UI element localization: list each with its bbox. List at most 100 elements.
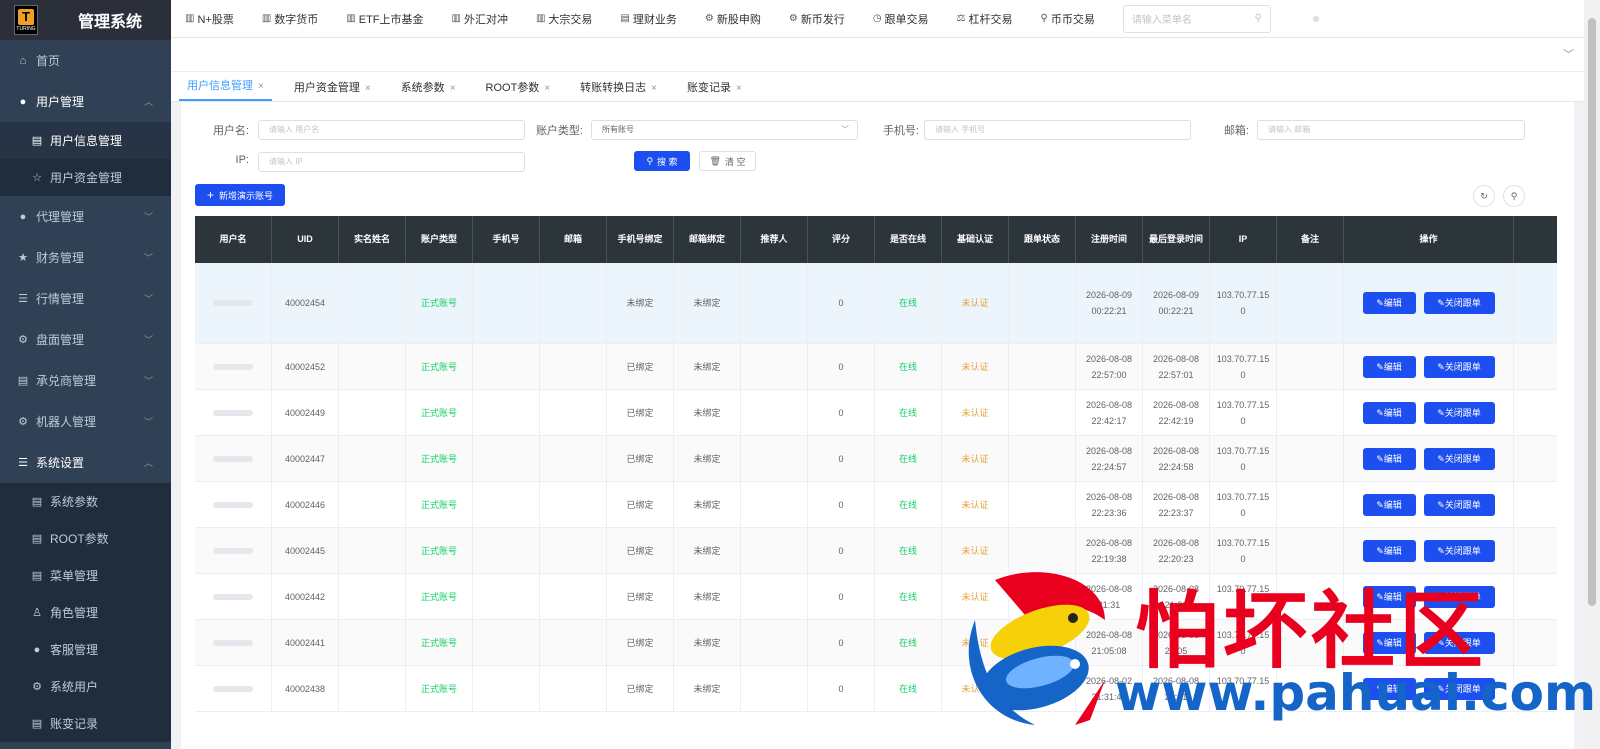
scrollbar-thumb[interactable] [1588, 18, 1596, 606]
close-copy-trade-button[interactable]: ✎ 关闭跟单 [1423, 401, 1495, 424]
top-nav-item[interactable]: ▥ 大宗交易 [536, 11, 592, 27]
table-row[interactable]: 40002449 正式账号 已绑定 未绑定 0 在线 未认证 2026-08-08 22:42:… [195, 390, 1557, 436]
close-icon[interactable]: × [651, 83, 657, 94]
sidebar-item[interactable]: ★ 财务管理 ﹀ [0, 237, 171, 278]
tab[interactable]: 系统参数 × [393, 79, 464, 101]
chevron-down-icon[interactable]: ﹀ [1563, 46, 1574, 62]
column-header[interactable]: 操作 [1344, 216, 1514, 263]
close-copy-trade-button[interactable]: ✎ 关闭跟单 [1423, 447, 1495, 470]
close-copy-trade-button[interactable]: ✎ 关闭跟单 [1423, 493, 1495, 516]
top-nav-item[interactable]: ⚙ 新币发行 [789, 11, 845, 27]
toggle-search-button[interactable]: ⚲ [1503, 185, 1525, 207]
column-header[interactable]: 用户名 [195, 216, 272, 263]
top-nav-item[interactable]: ▥ 数字货币 [262, 11, 318, 27]
cell-register-time: 2026-08-08 22:42:17 [1076, 390, 1143, 435]
sidebar-subitem[interactable]: ▤ 菜单管理 [0, 557, 171, 594]
logo: T TURING [14, 5, 38, 35]
email-input[interactable]: 请输入 邮箱 [1257, 120, 1525, 140]
column-header[interactable]: IP [1210, 216, 1277, 263]
column-header[interactable]: 是否在线 [875, 216, 942, 263]
close-copy-trade-button[interactable]: ✎ 关闭跟单 [1423, 292, 1495, 314]
edit-icon: ✎ [1376, 361, 1384, 372]
close-icon[interactable]: × [544, 83, 550, 94]
sidebar-item[interactable]: ⚙ 盘面管理 ﹀ [0, 319, 171, 360]
sidebar-item[interactable]: ⚙ 机器人管理 ﹀ [0, 401, 171, 442]
edit-button[interactable]: ✎ 编辑 [1362, 355, 1416, 378]
table-row[interactable]: 40002454 正式账号 未绑定 未绑定 0 在线 未认证 2026-08-09 00:22:… [195, 263, 1557, 344]
edit-button[interactable]: ✎ 编辑 [1362, 539, 1416, 562]
table-row[interactable]: 40002446 正式账号 已绑定 未绑定 0 在线 未认证 2026-08-08 22:23:… [195, 482, 1557, 528]
top-nav-item[interactable]: ⚲ 币币交易 [1041, 11, 1095, 27]
edit-button[interactable]: ✎ 编辑 [1362, 493, 1416, 516]
top-nav-item[interactable]: ▤ 理财业务 [620, 11, 676, 27]
sidebar-item[interactable]: ● 用户管理 ︿ [0, 81, 171, 122]
top-nav-item[interactable]: ▥ ETF上市基金 [346, 11, 423, 27]
close-icon[interactable]: × [365, 83, 371, 94]
tab[interactable]: 账变记录 × [679, 79, 750, 101]
cell-email-bind: 未绑定 [674, 263, 741, 343]
sidebar-subitem[interactable]: ▤ 用户信息管理 [0, 122, 171, 159]
edit-button[interactable]: ✎ 编辑 [1362, 447, 1416, 470]
edit-button[interactable]: ✎ 编辑 [1362, 401, 1416, 424]
close-copy-trade-button[interactable]: ✎ 关闭跟单 [1423, 355, 1495, 378]
add-demo-account-button[interactable]: + 新增演示账号 [195, 184, 285, 206]
sidebar-subitem[interactable]: ▤ 账变记录 [0, 705, 171, 742]
ip-input[interactable]: 请输入 IP [258, 152, 525, 172]
sidebar-subitem[interactable]: ♙ 角色管理 [0, 594, 171, 631]
column-header[interactable]: 实名姓名 [339, 216, 406, 263]
menu-search-input[interactable]: 请输入菜单名 ⚲ [1122, 4, 1271, 33]
close-icon[interactable]: × [450, 83, 456, 94]
page-scrollbar[interactable] [1584, 0, 1600, 749]
top-nav-item[interactable]: ⚙ 新股申购 [705, 11, 761, 27]
cell-phone-bind: 已绑定 [607, 528, 674, 573]
close-icon[interactable]: × [736, 83, 742, 94]
column-header[interactable]: 跟单状态 [1009, 216, 1076, 263]
two-line-value: 2026-08-08 22:42:19 [1153, 397, 1199, 429]
column-header[interactable]: 邮箱绑定 [674, 216, 741, 263]
top-nav-item[interactable]: ⚖ 杠杆交易 [957, 11, 1013, 27]
clear-button[interactable]: 🗑 清 空 [699, 151, 756, 171]
sidebar-subitem[interactable]: ▤ 系统参数 [0, 483, 171, 520]
column-header[interactable]: 基础认证 [942, 216, 1009, 263]
cell-account-type: 正式账号 [406, 666, 473, 711]
column-header[interactable]: 推荐人 [741, 216, 808, 263]
line-1: 2026-08-08 [1152, 491, 1200, 502]
close-copy-trade-button[interactable]: ✎ 关闭跟单 [1423, 539, 1495, 562]
refresh-icon: ↻ [1480, 190, 1488, 201]
column-header[interactable]: 账户类型 [406, 216, 473, 263]
table-row[interactable]: 40002447 正式账号 已绑定 未绑定 0 在线 未认证 2026-08-08 22:24:… [195, 436, 1557, 482]
column-header[interactable]: 最后登录时间 [1143, 216, 1210, 263]
column-header[interactable]: 注册时间 [1076, 216, 1143, 263]
column-header[interactable]: 评分 [808, 216, 875, 263]
sidebar-subitem[interactable]: ⚙ 系统用户 [0, 668, 171, 705]
sidebar-item[interactable]: ⌂ 首页 [0, 40, 171, 81]
sidebar-subitem[interactable]: ☆ 用户资金管理 [0, 159, 171, 196]
sidebar-item[interactable]: ▤ 承兑商管理 ﹀ [0, 360, 171, 401]
close-icon[interactable]: × [258, 81, 264, 92]
edit-button[interactable]: ✎ 编辑 [1362, 292, 1416, 314]
sidebar-item[interactable]: ● 代理管理 ﹀ [0, 196, 171, 237]
search-button[interactable]: ⚲ 搜 索 [634, 151, 690, 171]
tab[interactable]: 用户资金管理 × [286, 79, 379, 101]
sidebar-item[interactable]: ☰ 系统设置 ︿ [0, 442, 171, 483]
top-nav-item[interactable]: ◷ 跟单交易 [873, 11, 929, 27]
tab[interactable]: 用户信息管理 × [179, 77, 272, 101]
sidebar-item[interactable]: ☰ 行情管理 ﹀ [0, 278, 171, 319]
username-input[interactable]: 请输入 用户名 [258, 120, 525, 140]
top-nav-item[interactable]: ▥ 外汇对冲 [452, 11, 508, 27]
table-row[interactable]: 40002452 正式账号 已绑定 未绑定 0 在线 未认证 2026-08-08 22:57:… [195, 344, 1557, 390]
sidebar-subitem[interactable]: ● 客服管理 [0, 631, 171, 668]
top-nav-item[interactable]: ▥ N+股票 [185, 11, 234, 27]
tab[interactable]: ROOT参数 × [478, 79, 559, 101]
column-header[interactable]: 备注 [1277, 216, 1344, 263]
column-header[interactable]: UID [272, 216, 339, 263]
account-type-select[interactable]: 所有账号 ﹀ [591, 120, 858, 140]
column-header[interactable]: 邮箱 [540, 216, 607, 263]
refresh-button[interactable]: ↻ [1473, 185, 1495, 207]
phone-input[interactable]: 请输入 手机号 [924, 120, 1191, 140]
tab[interactable]: 转账转换日志 × [572, 79, 665, 101]
sidebar-subitem[interactable]: ▤ ROOT参数 [0, 520, 171, 557]
line-1: 2026-08-08 [1152, 353, 1200, 364]
column-header[interactable]: 手机号 [473, 216, 540, 263]
column-header[interactable]: 手机号绑定 [607, 216, 674, 263]
